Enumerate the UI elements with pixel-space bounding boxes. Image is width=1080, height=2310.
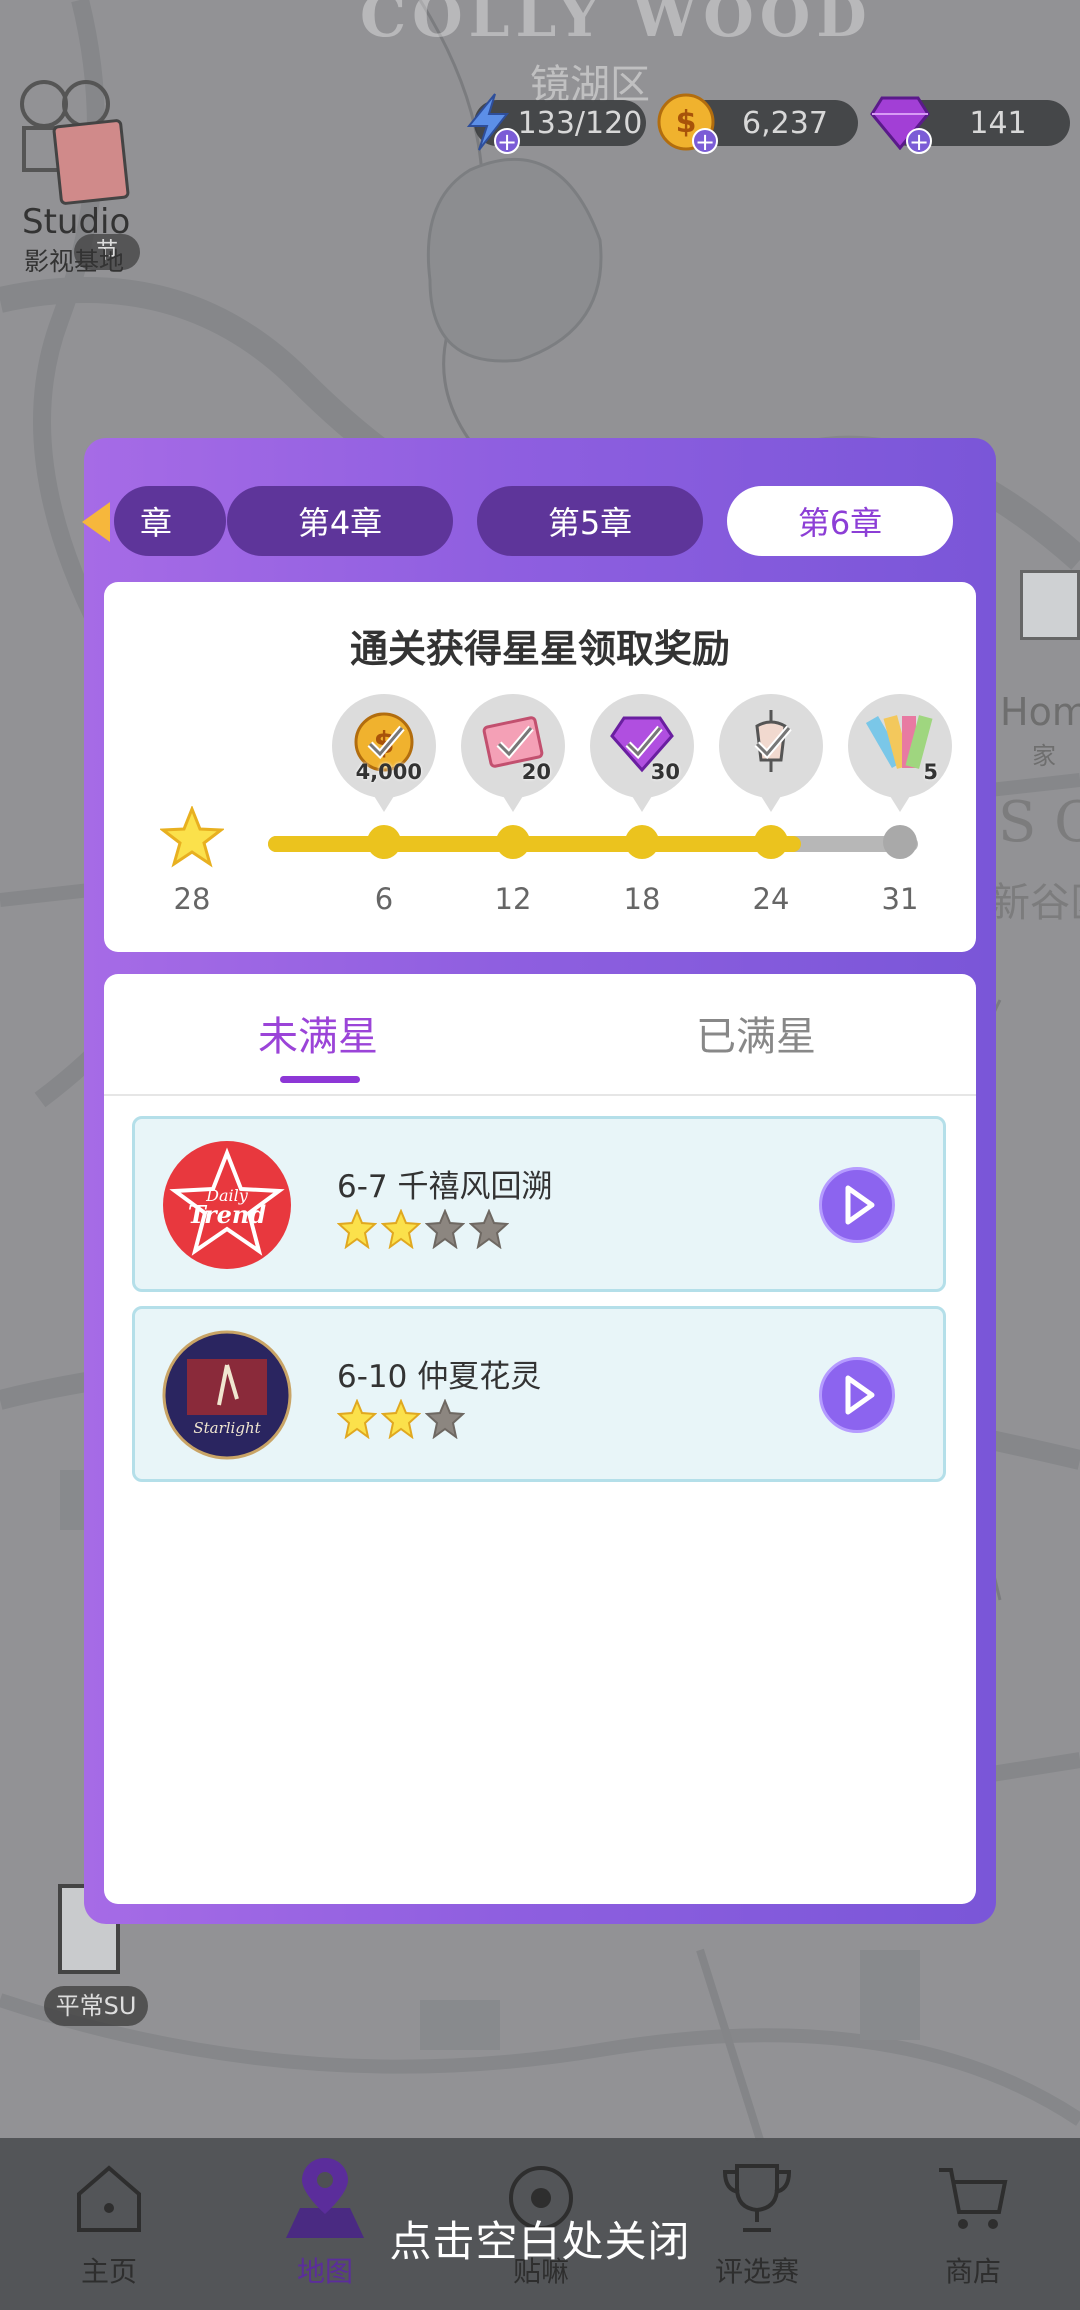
coin-value: 6,237: [742, 105, 828, 141]
map-area-title: COLLY WOOD: [360, 0, 873, 50]
star-progress-fill: [268, 836, 801, 852]
close-hint: 点击空白处关闭: [389, 2217, 691, 2266]
milestone-dot-31: [883, 825, 917, 859]
tab-label: 第4章: [297, 504, 383, 542]
level-name: 6-10 仲夏花灵: [337, 1359, 542, 1395]
map-home-sub: 家: [1032, 742, 1056, 770]
coin-counter[interactable]: $ + 6,237: [657, 93, 858, 154]
reward-bubble-31[interactable]: 5: [848, 694, 952, 812]
energy-counter[interactable]: + 133/120: [466, 93, 646, 154]
chapter-tabs: 章 第4章 第5章 第6章: [82, 486, 996, 558]
tab-chapter-4[interactable]: 第4章: [227, 486, 453, 556]
star-empty-icon: [425, 1399, 465, 1439]
level-name: 6-7 千禧风回溯: [337, 1169, 553, 1205]
tab-chapter-5[interactable]: 第5章: [477, 486, 703, 556]
tab-label: 章: [139, 504, 172, 542]
total-stars-count: 28: [173, 882, 211, 916]
milestone-threshold: 31: [881, 882, 919, 916]
milestone-threshold: 12: [494, 882, 532, 916]
play-button[interactable]: [819, 1167, 895, 1243]
level-stars: [337, 1209, 509, 1249]
map-city-sub: 新谷区: [990, 880, 1080, 926]
level-row[interactable]: Daily Trend 6-7 千禧风回溯: [132, 1116, 946, 1292]
star-icon: [337, 1209, 377, 1249]
reward-title: 通关获得星星领取奖励: [349, 627, 730, 671]
studio-label: Studio: [22, 202, 131, 242]
milestone-dot-6: [367, 825, 401, 859]
star-progress-track: [268, 836, 918, 852]
tab-not-full-stars[interactable]: 未满星: [258, 1004, 378, 1062]
tab-label: 第5章: [547, 504, 633, 542]
star-icon: [381, 1399, 421, 1439]
coin-add-icon[interactable]: +: [692, 128, 718, 154]
mannequin-icon: [754, 710, 792, 772]
reward-qty: 30: [650, 760, 680, 784]
tab-full-stars[interactable]: 已满星: [696, 1004, 816, 1062]
milestone-dot-12: [496, 825, 530, 859]
play-icon: [845, 1185, 875, 1225]
reward-qty: 4,000: [355, 760, 422, 784]
reward-bubble-24[interactable]: [719, 694, 823, 812]
chapter-star-reward-modal: 章 第4章 第5章 第6章 通关获得星星领取奖励 28 $ 4,000 20 3…: [82, 438, 996, 1924]
energy-add-icon[interactable]: +: [494, 128, 520, 154]
starlight-logo: Starlight: [162, 1330, 292, 1460]
daily-trend-logo: Daily Trend: [163, 1141, 291, 1269]
chapter-card-icon: [52, 118, 130, 206]
gem-add-icon[interactable]: +: [906, 128, 932, 154]
star-empty-icon: [469, 1209, 509, 1249]
gem-value: 141: [969, 105, 1027, 141]
star-filter-tabs: 未满星 已满星: [104, 974, 976, 1096]
star-empty-icon: [425, 1209, 465, 1249]
tab-label: 第6章: [797, 504, 883, 542]
star-icon: [160, 806, 224, 868]
star-icon: [381, 1209, 421, 1249]
active-tab-indicator: [280, 1076, 360, 1083]
level-stars: [337, 1399, 465, 1439]
tab-chapter-3[interactable]: 章: [114, 486, 226, 556]
scroll-left-arrow-icon[interactable]: [82, 502, 110, 542]
reward-bubble-12[interactable]: 20: [461, 694, 565, 812]
map-home-marker[interactable]: Home 家: [1000, 560, 1080, 770]
reward-bubble-6[interactable]: $ 4,000: [332, 694, 436, 812]
svg-text:Starlight: Starlight: [193, 1419, 261, 1437]
map-home-label: Home: [1000, 690, 1080, 734]
level-list-card: 未满星 已满星 Daily Trend 6-7 千禧风回溯 Starlight …: [104, 974, 976, 1904]
reward-qty: 20: [521, 760, 551, 784]
energy-value: 133/120: [517, 105, 643, 141]
level-row[interactable]: Starlight 6-10 仲夏花灵: [132, 1306, 946, 1482]
milestone-threshold: 6: [374, 882, 394, 916]
su-label: 平常SU: [44, 1986, 148, 2026]
studio-sub-label: 影视基地: [24, 247, 125, 276]
svg-text:Trend: Trend: [188, 1200, 266, 1229]
tab-chapter-6[interactable]: 第6章: [727, 486, 953, 556]
play-icon: [845, 1375, 875, 1415]
milestone-threshold: 18: [623, 882, 661, 916]
play-button[interactable]: [819, 1357, 895, 1433]
milestone-dot-18: [625, 825, 659, 859]
milestone-threshold: 24: [752, 882, 790, 916]
reward-bubble-18[interactable]: 30: [590, 694, 694, 812]
building-icon: [1020, 570, 1080, 640]
star-reward-card: 通关获得星星领取奖励 28 $ 4,000 20 30 5 6 12 18 24…: [104, 582, 976, 952]
milestone-dot-24: [754, 825, 788, 859]
star-icon: [337, 1399, 377, 1439]
gem-counter[interactable]: + 141: [870, 96, 1070, 154]
map-city-label: S CI: [998, 790, 1080, 855]
studio-map-button[interactable]: 节 Studio 影视基地: [14, 74, 164, 276]
reward-qty: 5: [923, 760, 938, 784]
